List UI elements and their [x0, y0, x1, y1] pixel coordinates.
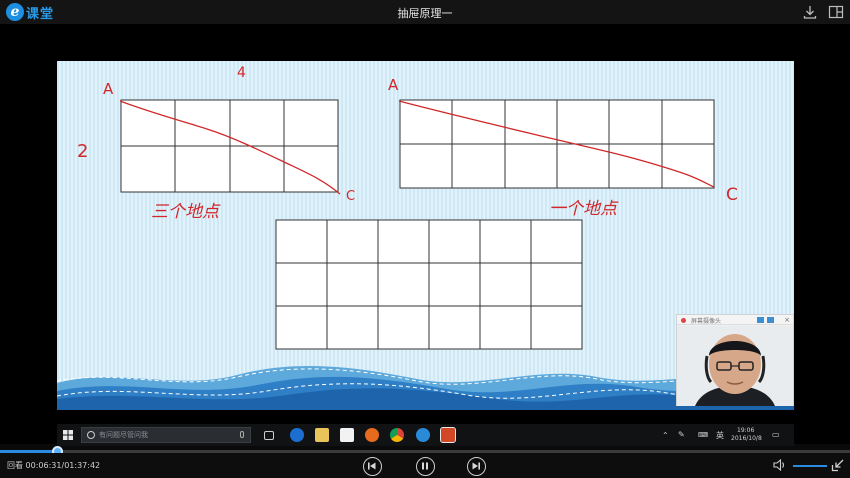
playback-time: 回看 00:06:31/01:37:42 — [7, 460, 100, 471]
recorded-windows-taskbar: 有问题尽管问我 ⌃ ✎ ⌨ 英 19:06 2016/10/8 ▭ — [57, 424, 794, 446]
vertex-c-right: C — [726, 185, 738, 205]
windows-start-icon — [63, 430, 73, 440]
record-indicator-icon — [681, 318, 686, 323]
file-explorer-icon — [315, 428, 329, 442]
previous-button[interactable] — [363, 457, 382, 476]
firefox-icon — [365, 428, 379, 442]
vertex-c-left: C — [346, 189, 355, 204]
tray-keyboard-icon: ⌨ — [698, 431, 709, 439]
ie-icon — [416, 428, 430, 442]
player-controls: 回看 00:06:31/01:37:42 — [0, 453, 850, 478]
download-icon[interactable] — [802, 4, 818, 20]
grid-top-left — [120, 99, 339, 193]
tray-clock-time: 19:06 — [737, 427, 755, 434]
vertex-a-right: A — [388, 76, 399, 94]
webcam-title: 屏幕摄像头 — [691, 318, 722, 325]
playback-mode-label: 回看 — [7, 461, 23, 470]
pause-icon — [422, 462, 428, 470]
volume-slider[interactable] — [793, 465, 827, 467]
presenter-video — [677, 326, 793, 406]
powerpoint-icon — [440, 427, 456, 443]
webcam-minimize-icon[interactable] — [757, 317, 764, 323]
cortana-icon — [87, 431, 95, 439]
store-icon — [340, 428, 354, 442]
microphone-icon — [240, 431, 244, 438]
window-title: 抽屉原理一 — [397, 7, 453, 20]
previous-icon — [368, 462, 376, 470]
edge-icon — [290, 428, 304, 442]
number-four: 4 — [237, 65, 246, 81]
next-icon — [472, 462, 480, 470]
tray-notification-icon: ▭ — [772, 430, 780, 439]
total-time: 01:37:42 — [64, 461, 101, 470]
caption-left: 三个地点 — [151, 202, 221, 222]
tray-network-icon: ✎ — [678, 430, 685, 439]
chrome-icon — [390, 428, 404, 442]
vertex-a-left: A — [103, 80, 114, 98]
window-mode-icon[interactable] — [828, 4, 844, 20]
webcam-titlebar[interactable]: 屏幕摄像头 × — [677, 315, 793, 325]
pause-button[interactable] — [416, 457, 435, 476]
volume-icon[interactable] — [773, 459, 787, 471]
webcam-maximize-icon[interactable] — [767, 317, 774, 323]
webcam-close-icon[interactable]: × — [784, 316, 790, 324]
grid-bottom — [275, 219, 583, 350]
cortana-search-box: 有问题尽管问我 — [81, 427, 251, 443]
exit-fullscreen-icon[interactable] — [831, 459, 844, 472]
tray-chevron-icon: ⌃ — [662, 431, 669, 440]
tray-language: 英 — [716, 431, 724, 440]
tray-clock-date: 2016/10/8 — [731, 435, 762, 442]
cortana-placeholder: 有问题尽管问我 — [99, 431, 148, 439]
task-view-icon — [264, 431, 274, 440]
number-two: 2 — [77, 141, 88, 162]
next-button[interactable] — [467, 457, 486, 476]
current-time: 00:06:31 — [25, 461, 62, 470]
caption-right: 一个地点 — [549, 199, 619, 219]
webcam-window[interactable]: 屏幕摄像头 × — [676, 314, 794, 406]
title-bar: e 课堂 抽屉原理一 — [0, 0, 850, 24]
